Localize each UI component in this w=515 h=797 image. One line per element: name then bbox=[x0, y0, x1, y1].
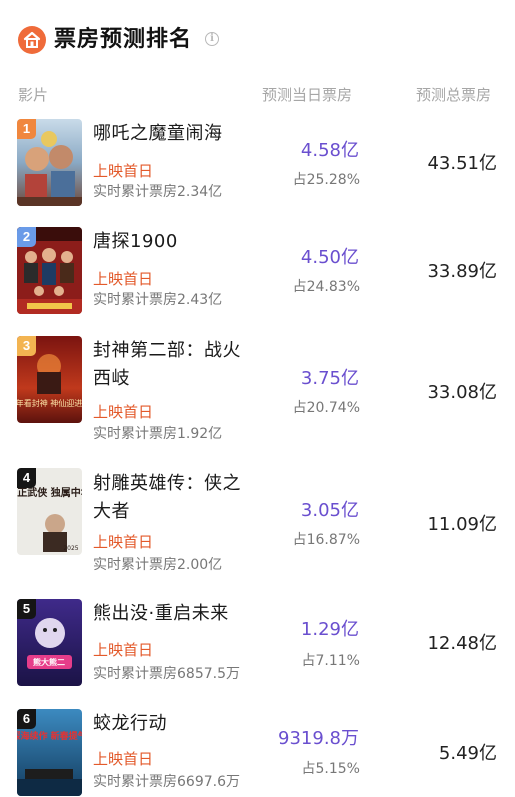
release-status: 上映首日 bbox=[93, 750, 154, 768]
rank-badge: 3 bbox=[17, 336, 36, 356]
column-header-total-forecast[interactable]: 预测总票房 bbox=[416, 85, 491, 105]
movie-poster[interactable]: 深海续作 新春提气 6 bbox=[17, 709, 82, 796]
release-status: 上映首日 bbox=[93, 533, 154, 551]
film-name[interactable]: 蛟龙行动 bbox=[93, 710, 243, 738]
movie-poster[interactable]: 熊大熊二 5 bbox=[17, 599, 82, 686]
rank-badge: 2 bbox=[17, 227, 36, 247]
rank-badge: 4 bbox=[17, 468, 36, 488]
forecast-total-value: 5.49亿 bbox=[438, 743, 497, 764]
column-header-today-forecast[interactable]: 预测当日票房 bbox=[262, 85, 352, 105]
forecast-today-value: 1.29亿 bbox=[300, 619, 359, 640]
release-status: 上映首日 bbox=[93, 641, 154, 659]
film-name[interactable]: 熊出没·重启未来 bbox=[93, 600, 243, 628]
film-name[interactable]: 唐探1900 bbox=[93, 228, 243, 256]
cumulative-box-office: 实时累计票房1.92亿 bbox=[93, 426, 223, 442]
forecast-today-value: 9319.8万 bbox=[278, 728, 359, 749]
market-share: 占5.15% bbox=[301, 761, 360, 777]
page-title: 票房预测排名 bbox=[54, 27, 193, 52]
film-name[interactable]: 哪吒之魔童闹海 bbox=[93, 120, 243, 148]
cumulative-box-office: 实时累计票房2.43亿 bbox=[93, 292, 223, 308]
ranking-row[interactable]: 过年看封神 神仙迎进门 3 封神第二部：战火西岐 上映首日 实时累计票房1.92… bbox=[0, 336, 515, 442]
forecast-today-value: 3.05亿 bbox=[300, 500, 359, 521]
poster-tagline: 过年看封神 神仙迎进门 bbox=[17, 398, 82, 408]
poster-tagline: 熊大熊二 bbox=[33, 657, 65, 667]
cumulative-box-office: 实时累计票房6697.6万 bbox=[93, 774, 240, 790]
movie-poster[interactable]: 2 bbox=[17, 227, 82, 314]
movie-poster[interactable]: 过年看封神 神仙迎进门 3 bbox=[17, 336, 82, 423]
ranking-row[interactable]: 深海续作 新春提气 6 蛟龙行动 上映首日 实时累计票房6697.6万 9319… bbox=[0, 709, 515, 797]
forecast-total-value: 12.48亿 bbox=[427, 633, 497, 654]
forecast-total-value: 11.09亿 bbox=[427, 514, 497, 535]
cumulative-box-office: 实时累计票房2.34亿 bbox=[93, 184, 223, 200]
poster-tagline: 深海续作 新春提气 bbox=[17, 730, 82, 742]
cumulative-box-office: 实时累计票房2.00亿 bbox=[93, 557, 223, 573]
cumulative-box-office: 实时累计票房6857.5万 bbox=[93, 666, 240, 682]
release-status: 上映首日 bbox=[93, 270, 154, 288]
release-status: 上映首日 bbox=[93, 403, 154, 421]
ranking-row[interactable]: 纯正武侠 独属中华 2025 4 射雕英雄传：侠之大者 上映首日 实时累计票房2… bbox=[0, 468, 515, 578]
app-logo-icon bbox=[18, 26, 46, 54]
column-header-film: 影片 bbox=[18, 86, 49, 104]
market-share: 占7.11% bbox=[301, 653, 360, 669]
forecast-total-value: 33.08亿 bbox=[427, 382, 497, 403]
market-share: 占20.74% bbox=[292, 400, 360, 416]
forecast-today-value: 4.58亿 bbox=[300, 140, 359, 161]
rank-badge: 5 bbox=[17, 599, 36, 619]
ranking-row[interactable]: 1 哪吒之魔童闹海 上映首日 实时累计票房2.34亿 4.58亿 占25.28%… bbox=[0, 119, 515, 219]
ranking-row[interactable]: 2 唐探1900 上映首日 实时累计票房2.43亿 4.50亿 占24.83% … bbox=[0, 227, 515, 327]
page-header: 票房预测排名 i bbox=[0, 0, 515, 74]
market-share: 占25.28% bbox=[292, 172, 360, 188]
release-status: 上映首日 bbox=[93, 162, 154, 180]
forecast-total-value: 43.51亿 bbox=[427, 153, 497, 174]
poster-year: 2025 bbox=[63, 545, 78, 552]
ranking-row[interactable]: 熊大熊二 5 熊出没·重启未来 上映首日 实时累计票房6857.5万 1.29亿… bbox=[0, 599, 515, 699]
movie-poster[interactable]: 1 bbox=[17, 119, 82, 206]
forecast-total-value: 33.89亿 bbox=[427, 261, 497, 282]
rank-badge: 1 bbox=[17, 119, 36, 139]
film-name[interactable]: 射雕英雄传：侠之大者 bbox=[93, 470, 243, 526]
info-icon[interactable]: i bbox=[205, 32, 219, 46]
film-name[interactable]: 封神第二部：战火西岐 bbox=[93, 337, 243, 393]
market-share: 占24.83% bbox=[292, 279, 360, 295]
rank-badge: 6 bbox=[17, 709, 36, 729]
forecast-today-value: 4.50亿 bbox=[300, 247, 359, 268]
market-share: 占16.87% bbox=[292, 532, 360, 548]
movie-poster[interactable]: 纯正武侠 独属中华 2025 4 bbox=[17, 468, 82, 555]
forecast-today-value: 3.75亿 bbox=[300, 368, 359, 389]
